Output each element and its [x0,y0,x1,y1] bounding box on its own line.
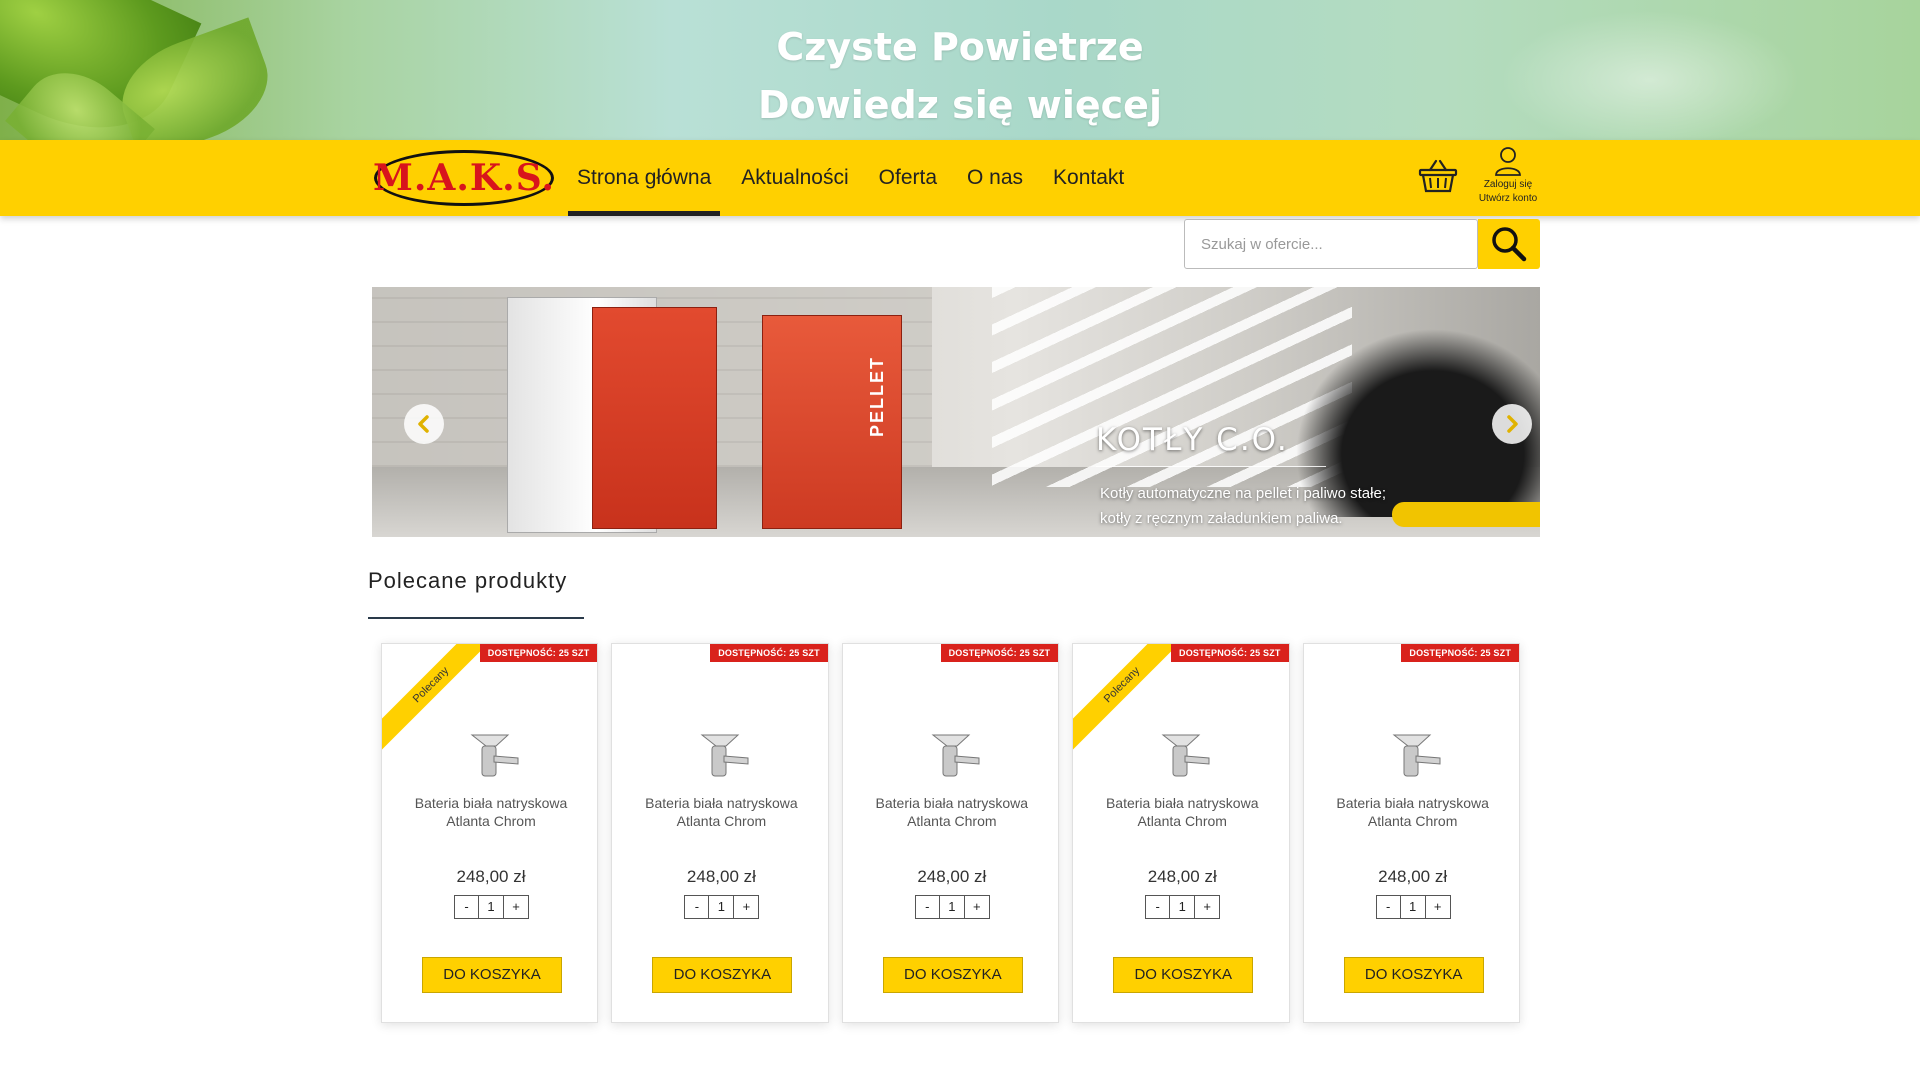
product-price: 248,00 zł [917,867,987,886]
search-button[interactable] [1478,219,1540,269]
product-name-line: Atlanta Chrom [676,813,767,829]
faucet-image[interactable] [462,732,522,778]
product-card[interactable]: Polecany DOSTĘPNOŚĆ: 25 SZT Bateria biał… [1072,643,1290,1023]
product-name-line: Bateria biała natryskowa [1105,795,1259,811]
stock-badge: DOSTĘPNOŚĆ: 25 SZT [710,644,828,662]
stock-badge: DOSTĘPNOŚĆ: 25 SZT [940,644,1059,662]
main-navbar: M.A.K.S. Strona główna Aktualności Ofert… [0,140,1920,216]
product-card[interactable]: Polecany DOSTĘPNOŚĆ: 25 SZT Bateria biał… [381,643,599,1023]
qty-plus-button[interactable]: + [504,895,529,919]
product-price: 248,00 zł [686,867,756,886]
quantity-stepper: - 1 + [1145,895,1221,919]
slide-description-line: Kotły automatyczne na pellet i paliwo st… [1100,485,1386,502]
product-name-line: Atlanta Chrom [1137,813,1227,829]
quantity-stepper: - 1 + [914,895,991,919]
product-card[interactable]: DOSTĘPNOŚĆ: 25 SZT Bateria biała natrysk… [841,643,1060,1023]
add-to-cart-button[interactable]: DO KOSZYKA [652,957,793,993]
slide-description-line: kotły z ręcznym załadunkiem paliwa. [1100,510,1343,527]
product-name-line: Atlanta Chrom [446,813,536,829]
section-divider [368,617,584,619]
qty-plus-button[interactable]: + [1425,895,1451,919]
qty-value[interactable]: 1 [1400,895,1426,919]
product-name-line: Bateria biała natryskowa [414,795,568,811]
nav-menu: Strona główna Aktualności Oferta O nas K… [568,140,1145,216]
slide-description: Kotły automatyczne na pellet i paliwo st… [1096,481,1476,531]
login-link[interactable]: Zaloguj się [1470,178,1546,192]
faucet-image[interactable] [692,732,752,778]
product-name-line: Bateria biała natryskowa [645,795,798,811]
quantity-stepper: - 1 + [1375,895,1452,919]
register-link[interactable]: Utwórz konto [1470,192,1546,206]
product-price: 248,00 zł [1378,867,1448,886]
slider-prev-button[interactable] [404,404,444,444]
chevron-right-icon [1507,415,1518,433]
product-list: Polecany DOSTĘPNOŚĆ: 25 SZT Bateria biał… [381,643,1533,1023]
qty-minus-button[interactable]: - [454,895,479,919]
product-card[interactable]: DOSTĘPNOŚĆ: 25 SZT Bateria biała natrysk… [1302,643,1521,1023]
qty-minus-button[interactable]: - [1375,895,1401,919]
product-name[interactable]: Bateria biała natryskowa Atlanta Chrom [1083,794,1281,830]
nav-item-contact[interactable]: Kontakt [1044,140,1133,216]
quantity-stepper: - 1 + [454,895,530,919]
qty-plus-button[interactable]: + [1195,895,1221,919]
product-name-line: Atlanta Chrom [1367,813,1458,829]
chevron-left-icon [418,415,429,433]
product-name-line: Atlanta Chrom [907,813,997,829]
banner-link[interactable]: Dowiedz się więcej [0,76,1920,134]
product-price: 248,00 zł [1147,867,1217,886]
qty-plus-button[interactable]: + [964,895,990,919]
qty-minus-button[interactable]: - [1145,895,1171,919]
section-title: Polecane produkty [368,568,568,593]
search-input[interactable] [1184,219,1478,269]
quantity-stepper: - 1 + [684,895,760,919]
search-icon [1492,227,1527,262]
logo-text: M.A.K.S. [373,157,555,199]
faucet-image[interactable] [923,732,983,778]
qty-value[interactable]: 1 [1170,895,1196,919]
product-name[interactable]: Bateria biała natryskowa Atlanta Chrom [622,794,820,830]
add-to-cart-button[interactable]: DO KOSZYKA [422,957,562,993]
faucet-image[interactable] [1384,732,1444,778]
product-name-line: Bateria biała natryskowa [1336,795,1489,811]
product-name[interactable]: Bateria biała natryskowa Atlanta Chrom [1314,794,1512,830]
add-to-cart-button[interactable]: DO KOSZYKA [1343,957,1484,993]
qty-value[interactable]: 1 [709,895,735,919]
promo-banner[interactable]: Czyste Powietrze Dowiedz się więcej [0,0,1920,140]
stock-badge: DOSTĘPNOŚĆ: 25 SZT [1401,644,1520,662]
product-name[interactable]: Bateria biała natryskowa Atlanta Chrom [853,794,1051,830]
product-card[interactable]: DOSTĘPNOŚĆ: 25 SZT Bateria biała natrysk… [611,643,829,1023]
product-name[interactable]: Bateria biała natryskowa Atlanta Chrom [392,794,590,830]
product-price: 248,00 zł [456,867,526,886]
slider-next-button[interactable] [1492,404,1532,444]
slide-title: KOTŁY C.O. [1096,422,1326,467]
qty-value[interactable]: 1 [939,895,965,919]
faucet-image[interactable] [1153,732,1213,778]
nav-item-offer[interactable]: Oferta [870,140,946,216]
basket-icon[interactable] [1418,158,1458,194]
slide-caption: KOTŁY C.O. Kotły automatyczne na pellet … [1096,422,1476,531]
user-icon [1495,147,1521,176]
qty-minus-button[interactable]: - [684,895,710,919]
boiler-label: PELLET [867,355,887,437]
nav-item-news[interactable]: Aktualności [732,140,857,216]
boiler-image [592,307,717,529]
site-logo[interactable]: M.A.K.S. [373,150,555,206]
banner-text[interactable]: Czyste Powietrze Dowiedz się więcej [0,0,1920,134]
account-menu[interactable]: Zaloguj się Utwórz konto [1470,146,1546,206]
stock-badge: DOSTĘPNOŚĆ: 25 SZT [1171,644,1289,662]
stock-badge: DOSTĘPNOŚĆ: 25 SZT [479,644,598,662]
qty-minus-button[interactable]: - [914,895,940,919]
hero-slider[interactable]: PELLET KOTŁY C.O. Kotły automatyczne na … [372,287,1540,537]
qty-plus-button[interactable]: + [734,895,760,919]
nav-item-about[interactable]: O nas [958,140,1032,216]
add-to-cart-button[interactable]: DO KOSZYKA [1113,957,1254,993]
qty-value[interactable]: 1 [479,895,504,919]
nav-item-home[interactable]: Strona główna [568,140,721,216]
product-name-line: Bateria biała natryskowa [875,795,1029,811]
add-to-cart-button[interactable]: DO KOSZYKA [882,957,1023,993]
banner-title: Czyste Powietrze [776,25,1144,69]
